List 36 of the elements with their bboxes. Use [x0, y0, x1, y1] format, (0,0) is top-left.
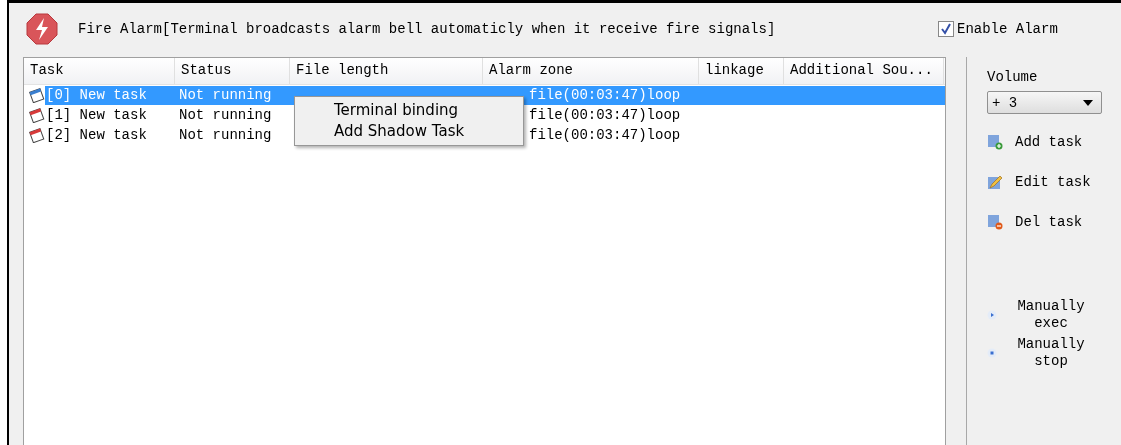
alarm-zone-cell-text: file(00:03:47)loop: [528, 85, 681, 105]
status-cell-text: Not running: [178, 125, 273, 145]
column-header[interactable]: linkage: [699, 58, 784, 84]
column-header[interactable]: Additional Sou...: [784, 58, 944, 84]
header-title: Fire Alarm[Terminal broadcasts alarm bell automaticly when it receive fire signals]: [78, 21, 777, 37]
alarm-icon: [26, 13, 58, 45]
column-header[interactable]: Status: [175, 58, 290, 84]
volume-dropdown[interactable]: + 3: [987, 91, 1102, 114]
task-icon: [29, 127, 45, 143]
menu-item[interactable]: Terminal binding: [295, 100, 523, 121]
play-icon: [987, 310, 997, 320]
enable-alarm-checkbox[interactable]: Enable Alarm: [938, 21, 1058, 37]
alarm-zone-cell-text: file(00:03:47)loop: [528, 105, 681, 125]
column-header[interactable]: Alarm zone: [483, 58, 699, 84]
column-header[interactable]: File length: [290, 58, 483, 84]
task-icon: [29, 87, 45, 103]
status-cell-text: Not running: [178, 105, 273, 125]
menu-item[interactable]: Add Shadow Task: [295, 121, 523, 142]
alarm-zone-cell-text: file(00:03:47)loop: [528, 125, 681, 145]
check-icon: [940, 23, 952, 35]
document-icon: [987, 214, 1003, 230]
document-icon: [987, 134, 1003, 150]
status-cell: Not running: [175, 85, 290, 105]
action-button[interactable]: Del task: [987, 210, 1121, 234]
task-cell[interactable]: [2] New task: [45, 125, 175, 145]
manual-button[interactable]: Manually exec: [987, 298, 1121, 332]
action-button[interactable]: Edit task: [987, 170, 1121, 194]
caret-icon: [1083, 99, 1093, 106]
task-icon: [29, 107, 45, 123]
task-cell[interactable]: [1] New task: [45, 105, 175, 125]
stop-icon: [987, 348, 997, 358]
manual-button[interactable]: Manually stop: [987, 336, 1121, 370]
column-header[interactable]: Task: [24, 58, 175, 84]
volume-label: Volume: [987, 69, 1039, 85]
action-button[interactable]: Add task: [987, 130, 1121, 154]
pencil-icon: [987, 174, 1003, 190]
